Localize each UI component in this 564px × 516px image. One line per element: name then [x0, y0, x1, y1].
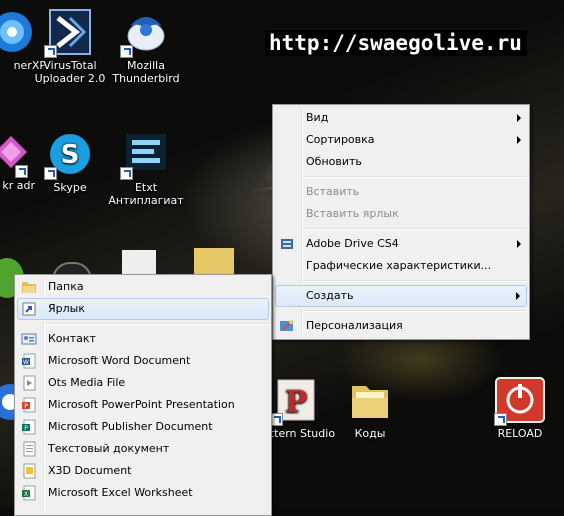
desktop-icon-label: RELOAD [497, 427, 543, 440]
create-submenu: Папка Ярлык Контакт W Microsoft Word Doc… [14, 274, 272, 516]
desktop-icon-etxt[interactable]: Etxt Антиплагиат [106, 130, 186, 207]
folder-icon [346, 376, 394, 424]
menu-separator [303, 176, 527, 178]
desktop-icon-label: Etxt Антиплагиат [108, 181, 184, 207]
submenu-arrow-icon [517, 114, 521, 122]
x3d-doc-icon [21, 463, 37, 479]
submenu-item-powerpoint[interactable]: P Microsoft PowerPoint Presentation [15, 394, 271, 416]
submenu-item-publisher[interactable]: P Microsoft Publisher Document [15, 416, 271, 438]
svg-text:S: S [61, 140, 80, 170]
submenu-item-contact[interactable]: Контакт [15, 328, 271, 350]
submenu-item-folder[interactable]: Папка [15, 276, 271, 298]
shortcut-arrow-icon [494, 413, 507, 426]
shortcut-arrow-icon [15, 165, 28, 178]
reload-icon [494, 376, 545, 426]
document-partial-icon [122, 250, 156, 276]
pattern-studio-icon: P [270, 376, 320, 426]
publisher-icon: P [21, 419, 37, 435]
personalization-icon [279, 318, 295, 334]
menu-item-create[interactable]: Создать [275, 285, 527, 307]
menu-item-personalization[interactable]: Персонализация [273, 315, 529, 337]
submenu-item-x3d-document[interactable]: X3D Document [15, 460, 271, 482]
svg-text:X: X [24, 491, 28, 498]
desktop-icon-kody[interactable]: Коды [330, 376, 410, 440]
contact-icon [21, 331, 37, 347]
desktop-icon-reload[interactable]: RELOAD [480, 376, 560, 440]
menu-item-paste[interactable]: Вставить [273, 181, 529, 203]
menu-item-paste-shortcut[interactable]: Вставить ярлык [273, 203, 529, 225]
menu-separator [303, 280, 527, 282]
submenu-item-excel-worksheet[interactable]: X Microsoft Excel Worksheet [15, 482, 271, 504]
svg-text:P: P [285, 385, 308, 420]
desktop-icon-skype[interactable]: S Skype [30, 130, 110, 194]
shortcut-arrow-icon [44, 167, 57, 180]
submenu-item-word-document[interactable]: W Microsoft Word Document [15, 350, 271, 372]
desktop-icon-thunderbird[interactable]: Mozilla Thunderbird [106, 8, 186, 85]
desktop-icon-label: Mozilla Thunderbird [112, 59, 180, 85]
svg-text:W: W [23, 359, 29, 366]
desktop-icon-label: Skype [53, 181, 87, 194]
menu-item-adobe-drive[interactable]: Adobe Drive CS4 [273, 233, 529, 255]
folder-partial-icon [194, 248, 234, 276]
text-doc-icon [21, 441, 37, 457]
shortcut-arrow-icon [44, 45, 57, 58]
svg-text:P: P [24, 425, 28, 432]
desktop-icon-label: Коды [354, 427, 386, 440]
submenu-item-ots-media-file[interactable]: Ots Media File [15, 372, 271, 394]
shortcut-arrow-icon [120, 167, 133, 180]
submenu-item-shortcut[interactable]: Ярлык [17, 298, 269, 320]
menu-item-refresh[interactable]: Обновить [273, 151, 529, 173]
media-file-icon [21, 375, 37, 391]
menu-item-graphics-properties[interactable]: Графические характеристики... [273, 255, 529, 277]
shortcut-arrow-icon [120, 45, 133, 58]
desktop-icon-virustotal[interactable]: VirusTotal Uploader 2.0 [30, 8, 110, 85]
submenu-arrow-icon [516, 292, 520, 300]
word-doc-icon: W [21, 353, 37, 369]
submenu-item-text-document[interactable]: Текстовый документ [15, 438, 271, 460]
menu-item-sort[interactable]: Сортировка [273, 129, 529, 151]
watermark-text: http://swaegolive.ru [265, 30, 527, 56]
tweakr-icon [0, 128, 29, 178]
powerpoint-icon: P [21, 397, 37, 413]
menu-item-view[interactable]: Вид [273, 107, 529, 129]
thunderbird-icon [120, 8, 170, 58]
desktop-context-menu: Вид Сортировка Обновить Вставить Вставит… [272, 104, 530, 340]
desktop-icon-label: VirusTotal Uploader 2.0 [34, 59, 106, 85]
menu-separator [45, 323, 269, 325]
virustotal-icon [44, 8, 94, 58]
svg-text:P: P [24, 403, 28, 410]
excel-icon: X [21, 485, 37, 501]
skype-icon: S [44, 130, 94, 180]
folder-icon [21, 279, 37, 295]
submenu-arrow-icon [517, 240, 521, 248]
shortcut-icon [21, 301, 37, 317]
submenu-arrow-icon [517, 136, 521, 144]
menu-separator [303, 228, 527, 230]
adobe-drive-icon [279, 236, 295, 252]
menu-separator [303, 310, 527, 312]
etxt-icon [120, 130, 170, 180]
